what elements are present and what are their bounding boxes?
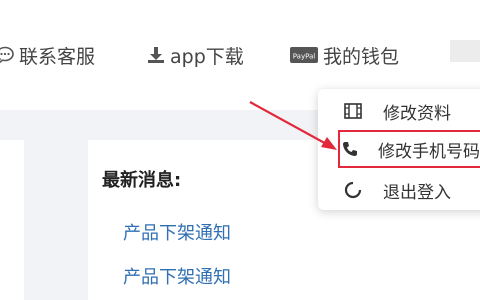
annotation-arrow: [249, 101, 337, 150]
